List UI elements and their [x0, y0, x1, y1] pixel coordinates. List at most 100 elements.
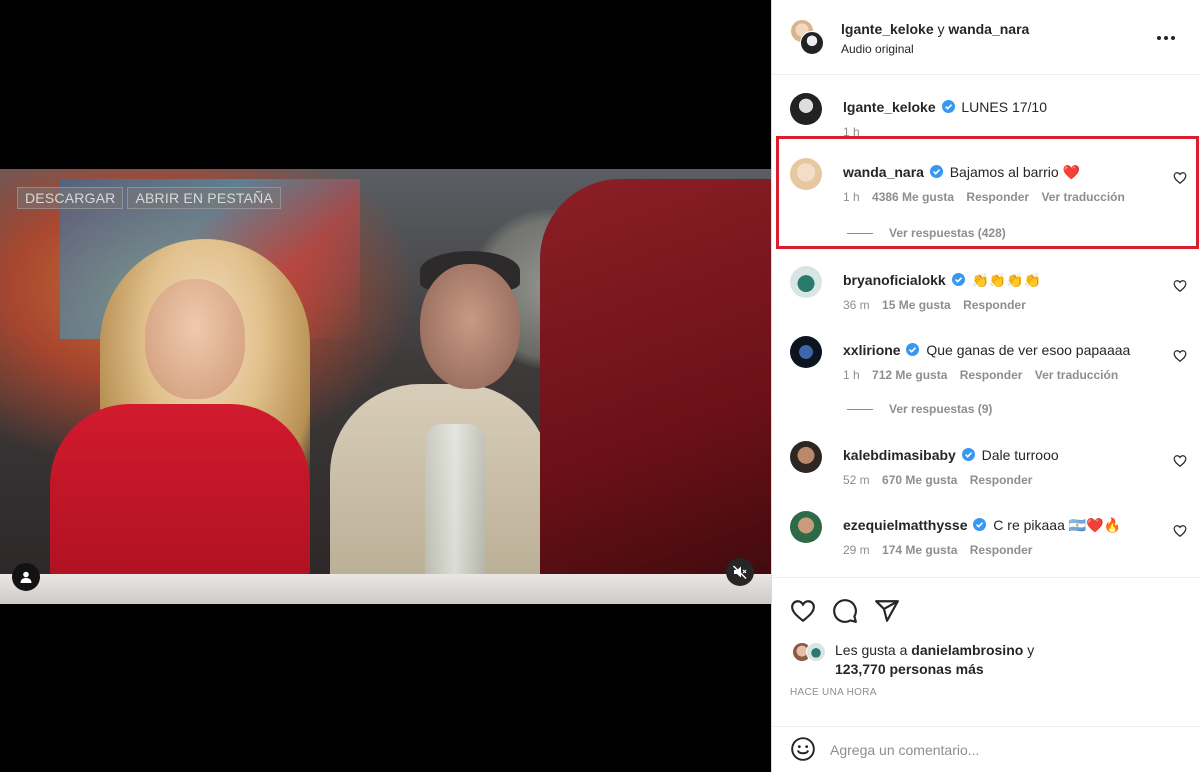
comment-line: xxlirione Que ganas de ver esoo papaaaa — [843, 342, 1130, 358]
avatar[interactable] — [800, 31, 824, 55]
add-comment-bar — [772, 726, 1200, 772]
author-username-link[interactable]: lgante_keloke — [841, 21, 934, 37]
table-surface — [0, 574, 771, 604]
post-side-panel: lgante_keloke y wanda_nara Audio origina… — [771, 0, 1200, 772]
reply-button[interactable]: Responder — [970, 543, 1033, 557]
author-connector: y — [937, 21, 945, 37]
avatar[interactable] — [790, 158, 822, 190]
comment-username-link[interactable]: wanda_nara — [843, 164, 924, 180]
like-comment-heart-icon[interactable] — [1173, 279, 1187, 293]
person-man-face — [420, 264, 520, 389]
comment-meta: 1 h 4386 Me gusta Responder Ver traducci… — [843, 190, 1134, 204]
comment-meta: 36 m 15 Me gusta Responder — [843, 298, 1035, 312]
comment-line: bryanoficialokk 👏👏👏👏 — [843, 272, 1041, 289]
audio-label[interactable]: Audio original — [841, 42, 914, 56]
mute-button[interactable] — [726, 558, 754, 586]
more-dots-icon — [1157, 36, 1161, 40]
comment-likes[interactable]: 4386 Me gusta — [872, 190, 954, 204]
person-woman-face — [145, 279, 245, 399]
likes-count-link[interactable]: 123,770 personas más — [835, 661, 984, 677]
comments-list[interactable]: lgante_keloke LUNES 17/10 1 h wanda_nara… — [772, 76, 1200, 576]
comment-text: 👏👏👏👏 — [971, 272, 1042, 288]
verified-badge-icon — [906, 343, 920, 356]
comment-likes[interactable]: 174 Me gusta — [882, 543, 957, 557]
tagged-users-button[interactable] — [12, 563, 40, 591]
open-in-tab-button[interactable]: ABRIR EN PESTAÑA — [127, 187, 282, 209]
comment-input[interactable] — [830, 737, 1170, 763]
like-comment-heart-icon[interactable] — [1173, 349, 1187, 363]
like-heart-icon[interactable] — [790, 598, 816, 624]
verified-badge-icon — [941, 100, 955, 113]
more-dot — [1164, 36, 1168, 40]
likes-prefix: Les gusta a — [835, 642, 908, 658]
comment-likes[interactable]: 670 Me gusta — [882, 473, 957, 487]
person-foreground-red — [540, 179, 771, 604]
caption-line: lgante_keloke LUNES 17/10 — [843, 99, 1047, 115]
speaker-muted-icon — [733, 565, 747, 579]
comment-likes[interactable]: 712 Me gusta — [872, 368, 947, 382]
comment-line: ezequielmatthysse C re pikaaa 🇦🇷❤️🔥 — [843, 517, 1121, 534]
comment-time[interactable]: 1 h — [843, 368, 860, 382]
avatar[interactable] — [790, 441, 822, 473]
view-replies-button[interactable]: Ver respuestas (428) — [847, 226, 1006, 240]
comment-username-link[interactable]: kalebdimasibaby — [843, 447, 956, 463]
like-comment-heart-icon[interactable] — [1173, 524, 1187, 538]
reply-button[interactable]: Responder — [970, 473, 1033, 487]
like-comment-heart-icon[interactable] — [1173, 454, 1187, 468]
comment-text: Dale turrooo — [981, 447, 1059, 463]
comment-time[interactable]: 1 h — [843, 190, 860, 204]
reply-button[interactable]: Responder — [960, 368, 1023, 382]
comment-meta: 1 h 712 Me gusta Responder Ver traducció… — [843, 368, 1127, 382]
comment-text: C re pikaaa 🇦🇷❤️🔥 — [993, 517, 1122, 533]
reply-button[interactable]: Responder — [966, 190, 1029, 204]
likes-connector: y — [1027, 642, 1035, 658]
avatar[interactable] — [790, 336, 822, 368]
more-options-button[interactable] — [1157, 28, 1181, 48]
caption-meta: 1 h — [843, 125, 869, 139]
caption-text: LUNES 17/10 — [961, 99, 1047, 115]
download-button[interactable]: DESCARGAR — [17, 187, 124, 209]
user-icon — [20, 571, 32, 583]
video-player[interactable]: DESCARGAR ABRIR EN PESTAÑA — [0, 0, 771, 772]
liked-by-avatars — [792, 642, 828, 664]
comment-username-link[interactable]: xxlirione — [843, 342, 901, 358]
more-dot — [1171, 36, 1175, 40]
comment-line: kalebdimasibaby Dale turrooo — [843, 447, 1059, 463]
comment-text: Que ganas de ver esoo papaaaa — [926, 342, 1131, 358]
comment-likes[interactable]: 15 Me gusta — [882, 298, 951, 312]
comment-time[interactable]: 36 m — [843, 298, 870, 312]
avatar[interactable] — [790, 511, 822, 543]
emoji-icon[interactable] — [790, 736, 816, 762]
comment-meta: 29 m 174 Me gusta Responder — [843, 543, 1041, 557]
comment-username-link[interactable]: lgante_keloke — [843, 99, 936, 115]
view-replies-button[interactable]: Ver respuestas (9) — [847, 402, 992, 416]
avatar[interactable] — [790, 266, 822, 298]
comment-time[interactable]: 29 m — [843, 543, 870, 557]
comment-line: wanda_nara Bajamos al barrio ❤️ — [843, 164, 1080, 181]
caption-time[interactable]: 1 h — [843, 125, 860, 139]
verified-badge-icon — [951, 273, 965, 286]
post-header: lgante_keloke y wanda_nara Audio origina… — [772, 0, 1200, 75]
comment-username-link[interactable]: ezequielmatthysse — [843, 517, 968, 533]
verified-badge-icon — [929, 165, 943, 178]
translate-button[interactable]: Ver traducción — [1035, 368, 1118, 382]
reply-button[interactable]: Responder — [963, 298, 1026, 312]
avatar[interactable] — [790, 93, 822, 125]
video-frame[interactable] — [0, 169, 771, 604]
share-paper-plane-icon[interactable] — [874, 598, 900, 624]
comment-username-link[interactable]: bryanoficialokk — [843, 272, 946, 288]
post-actions-section: Les gusta a danielambrosino y 123,770 pe… — [772, 577, 1200, 772]
comment-bubble-icon[interactable] — [832, 598, 858, 624]
like-comment-heart-icon[interactable] — [1173, 171, 1187, 185]
liked-by-text: Les gusta a danielambrosino y 123,770 pe… — [835, 641, 1115, 679]
verified-badge-icon — [961, 448, 975, 461]
liked-by-user-link[interactable]: danielambrosino — [911, 642, 1023, 658]
avatar[interactable] — [806, 642, 826, 662]
post-authors: lgante_keloke y wanda_nara — [841, 21, 1029, 37]
translate-button[interactable]: Ver traducción — [1041, 190, 1124, 204]
comment-text: Bajamos al barrio ❤️ — [949, 164, 1080, 180]
comment-time[interactable]: 52 m — [843, 473, 870, 487]
comment-meta: 52 m 670 Me gusta Responder — [843, 473, 1041, 487]
post-timestamp[interactable]: HACE UNA HORA — [790, 687, 877, 698]
author-username-link[interactable]: wanda_nara — [948, 21, 1029, 37]
